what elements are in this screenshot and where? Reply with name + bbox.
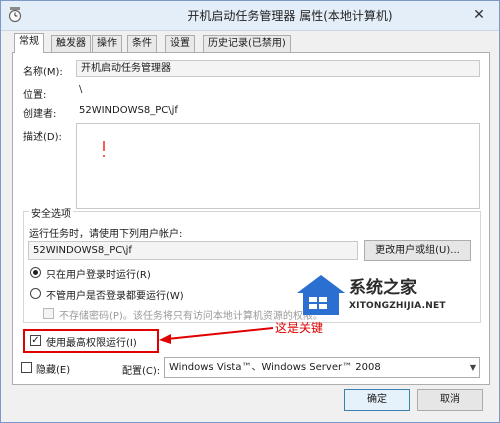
author-value: 52WINDOWS8_PC\jf	[79, 105, 178, 116]
description-label: 描述(D):	[23, 132, 62, 143]
task-clock-icon	[8, 7, 22, 23]
annotation-arrow	[159, 323, 274, 348]
hidden-checkbox[interactable]	[21, 362, 32, 373]
title-bar[interactable]: 开机启动任务管理器 属性(本地计算机) ✕	[1, 1, 499, 31]
cancel-button[interactable]: 取消	[417, 389, 483, 411]
hidden-label[interactable]: 隐藏(E)	[36, 361, 70, 376]
watermark-title: 系统之家	[349, 278, 417, 298]
location-label: 位置:	[23, 90, 47, 101]
radio-run-whether-logged-on[interactable]	[30, 288, 41, 299]
annotation-highlight-box	[23, 329, 159, 353]
change-user-button[interactable]: 更改用户或组(U)...	[364, 240, 471, 261]
close-icon[interactable]: ✕	[465, 6, 493, 24]
description-field[interactable]	[76, 123, 480, 209]
tab-general[interactable]: 常规	[14, 33, 44, 53]
name-label: 名称(M):	[23, 67, 63, 78]
ok-button[interactable]: 确定	[344, 389, 410, 411]
chevron-down-icon: ▼	[469, 363, 476, 372]
radio-run-logged-on[interactable]	[30, 267, 41, 278]
tab-settings[interactable]: 设置	[165, 35, 195, 52]
watermark-subtitle: XITONGZHIJIA.NET	[349, 301, 446, 311]
watermark-logo: 系统之家 XITONGZHIJIA.NET	[293, 271, 478, 319]
text-cursor-marker	[103, 141, 105, 159]
window-title: 开机启动任务管理器 属性(本地计算机)	[187, 9, 393, 23]
tab-triggers[interactable]: 触发器	[51, 35, 91, 52]
tab-actions[interactable]: 操作	[92, 35, 122, 52]
user-account-field: 52WINDOWS8_PC\jf	[28, 241, 358, 260]
location-value: \	[79, 84, 83, 95]
author-label: 创建者:	[23, 109, 57, 120]
configure-select-value: Windows Vista™、Windows Server™ 2008	[169, 362, 381, 373]
radio-selected-dot	[33, 270, 38, 275]
properties-window: 开机启动任务管理器 属性(本地计算机) ✕ 常规 触发器 操作 条件 设置 历史…	[0, 0, 500, 423]
tab-conditions[interactable]: 条件	[127, 35, 157, 52]
security-group-label: 安全选项	[29, 205, 73, 220]
watermark-house-icon	[293, 271, 349, 322]
no-store-password-checkbox[interactable]	[43, 308, 54, 319]
configure-label: 配置(C):	[122, 366, 161, 377]
tab-history[interactable]: 历史记录(已禁用)	[203, 35, 291, 52]
configure-select[interactable]: Windows Vista™、Windows Server™ 2008 ▼	[164, 357, 480, 378]
radio-run-logged-on-label[interactable]: 只在用户登录时运行(R)	[46, 266, 151, 281]
name-field[interactable]: 开机启动任务管理器	[76, 60, 480, 77]
radio-run-whether-label[interactable]: 不管用户是否登录都要运行(W)	[46, 287, 184, 302]
run-as-label: 运行任务时，请使用下列用户帐户:	[29, 229, 183, 240]
